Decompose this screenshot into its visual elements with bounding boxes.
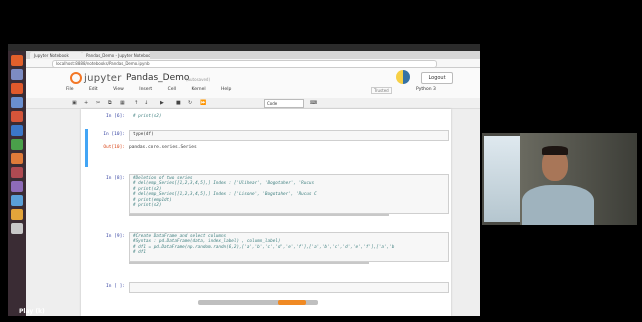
address-bar: localhost:8888/notebooks/Pandas_Demo.ipy… — [26, 59, 480, 68]
cell-scrollbar[interactable] — [129, 214, 389, 216]
impress-icon[interactable] — [11, 153, 23, 164]
presenter-body — [522, 185, 594, 225]
code-cell[interactable]: In [9]: #Create DataFrame and select col… — [87, 231, 449, 275]
calc-icon[interactable] — [11, 139, 23, 150]
system-top-bar — [8, 44, 480, 51]
screen-capture: Jupyter Notebook Pandas_Demo - Jupyter N… — [8, 44, 480, 316]
menu-file[interactable]: File — [66, 87, 74, 92]
menu-view[interactable]: View — [113, 87, 124, 92]
menu-cell[interactable]: Cell — [168, 87, 176, 92]
code-editor[interactable]: #Create DataFrame and select columns #Sy… — [129, 232, 449, 262]
cut-icon[interactable]: ✂ — [96, 100, 100, 106]
checkpoint-status: (autosaved) — [186, 77, 211, 82]
paste-icon[interactable]: ▦ — [120, 100, 125, 106]
move-down-icon[interactable]: ↓ — [144, 100, 148, 106]
notebook-title[interactable]: Pandas_Demo — [126, 73, 189, 83]
url-input[interactable]: localhost:8888/notebooks/Pandas_Demo.ipy… — [52, 60, 437, 68]
move-up-icon[interactable]: ↑ — [134, 100, 138, 106]
terminal-icon[interactable] — [11, 97, 23, 108]
notebook-area: In [6]: # print(s2) In [10]: type(df) Ou… — [26, 109, 480, 316]
save-icon[interactable]: ▣ — [72, 100, 77, 106]
tab-pandas-demo[interactable]: Pandas_Demo - Jupyter Notebook — [82, 52, 150, 59]
webcam-overlay — [482, 133, 637, 225]
code-line: # del(emp_Series[[1,2,3,4,5],] Index : [… — [133, 181, 315, 187]
logout-button[interactable]: Logout — [421, 72, 453, 84]
browser-window: Jupyter Notebook Pandas_Demo - Jupyter N… — [26, 51, 480, 316]
video-frame: Jupyter Notebook Pandas_Demo - Jupyter N… — [0, 0, 642, 322]
fast-forward-icon[interactable]: ⏩ — [200, 100, 206, 106]
kernel-indicator: Python 3 — [416, 87, 436, 92]
cell-output: pandas.core.series.Series — [129, 145, 197, 150]
jupyter-ring-icon — [70, 72, 82, 84]
menu-kernel[interactable]: Kernel — [191, 87, 205, 92]
video-scrubber[interactable] — [198, 300, 318, 305]
code-line: # df1 = pd.DataFrame(np.random.randn(6,2… — [133, 244, 395, 250]
add-cell-icon[interactable]: + — [84, 100, 88, 106]
input-prompt: In [8]: — [106, 176, 125, 181]
tab-jupyter-home[interactable]: Jupyter Notebook — [30, 52, 82, 59]
input-prompt: In [ ]: — [106, 284, 125, 289]
trash-icon[interactable] — [11, 223, 23, 234]
menu-edit[interactable]: Edit — [89, 87, 98, 92]
code-cell[interactable]: In [8]: #Deletion of two series # del(em… — [87, 173, 449, 223]
jupyter-logo-text: jupyter — [84, 73, 122, 84]
writer-icon[interactable] — [11, 125, 23, 136]
play-button[interactable]: Play (k) — [19, 308, 45, 315]
output-prompt: Out[10]: — [103, 145, 125, 150]
code-cell-selected[interactable]: In [10]: type(df) Out[10]: pandas.core.s… — [85, 129, 449, 167]
restart-icon[interactable]: ↻ — [188, 100, 192, 106]
code-line: # print(emp1dt) — [133, 197, 172, 203]
code-cell[interactable]: In [6]: # print(s2) — [87, 111, 449, 123]
presenter-hair — [542, 146, 568, 155]
python-logo-icon — [396, 70, 410, 84]
code-line: # del(emp_Series[[1,2,3,4,5],] Index : [… — [133, 192, 317, 198]
code-cell[interactable]: In [ ]: — [87, 281, 449, 301]
code-line: type(df) — [133, 132, 154, 137]
cell-scrollbar[interactable] — [129, 262, 369, 264]
cell-type-select[interactable]: Code — [264, 99, 304, 108]
software-icon[interactable] — [11, 111, 23, 122]
input-prompt: In [9]: — [106, 234, 125, 239]
app-icon[interactable] — [11, 195, 23, 206]
app-launcher — [8, 51, 26, 316]
notebook-toolbar: ▣ + ✂ ⧉ ▦ ↑ ↓ ▶ ■ ↻ ⏩ Code ⌨ — [26, 98, 480, 109]
code-editor[interactable] — [129, 282, 449, 293]
files-icon[interactable] — [11, 69, 23, 80]
notebook-page: In [6]: # print(s2) In [10]: type(df) Ou… — [81, 109, 451, 316]
tab-bar: Jupyter Notebook Pandas_Demo - Jupyter N… — [26, 51, 480, 59]
code-line: # print(s2) — [133, 203, 162, 209]
jupyter-header: jupyter Pandas_Demo (autosaved) Logout F… — [26, 68, 480, 98]
code-editor[interactable]: type(df) — [129, 130, 449, 141]
app-icon[interactable] — [11, 181, 23, 192]
copy-icon[interactable]: ⧉ — [108, 100, 112, 106]
input-prompt: In [10]: — [103, 132, 125, 137]
settings-icon[interactable] — [11, 167, 23, 178]
browser-icon[interactable] — [11, 83, 23, 94]
keyboard-icon[interactable]: ⌨ — [310, 100, 317, 106]
jupyter-logo[interactable]: jupyter — [70, 72, 122, 84]
dash-icon[interactable] — [11, 55, 23, 66]
trusted-badge[interactable]: Trusted — [371, 87, 392, 94]
stop-icon[interactable]: ■ — [176, 100, 181, 106]
app-icon[interactable] — [11, 209, 23, 220]
menu-insert[interactable]: Insert — [139, 87, 152, 92]
input-prompt: In [6]: — [106, 114, 125, 119]
menu-bar: File Edit View Insert Cell Kernel Help — [66, 87, 466, 95]
code-line: # df1 — [133, 250, 146, 256]
code-editor[interactable]: #Deletion of two series # del(emp_Series… — [129, 174, 449, 214]
code-line: #Syntax : pd.DataFrame(data, index_label… — [133, 239, 281, 245]
scrubber-thumb[interactable] — [278, 300, 306, 305]
menu-help[interactable]: Help — [221, 87, 231, 92]
run-icon[interactable]: ▶ — [160, 100, 164, 106]
webcam-window-bg — [484, 136, 520, 222]
code-line: # print(s2) — [133, 114, 162, 119]
code-editor[interactable]: # print(s2) — [129, 112, 449, 122]
